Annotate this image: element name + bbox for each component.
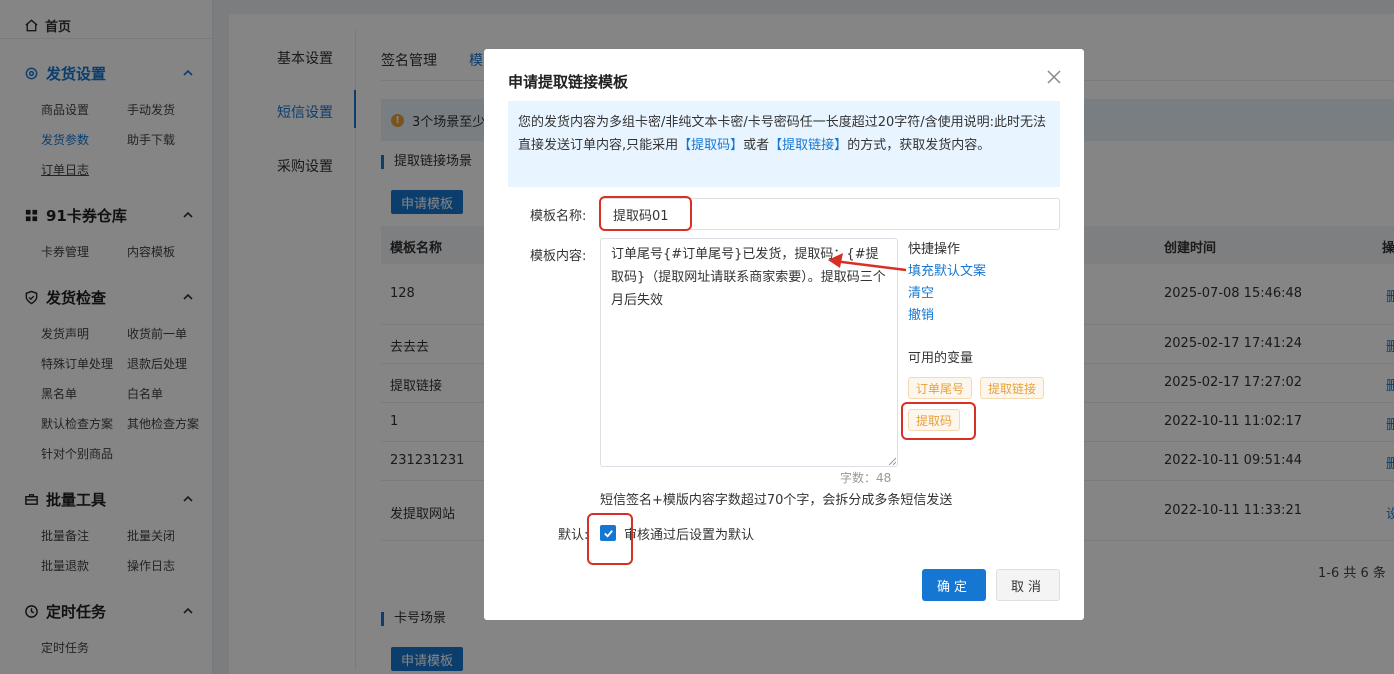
template-content-textarea[interactable]: 订单尾号{#订单尾号}已发货，提取码：{#提取码}（提取网址请联系商家索要）。提… [600,238,898,467]
annotation-box-var [901,402,976,440]
annotation-box-name [599,196,692,231]
info-highlight-code: 【提取码】 [678,138,744,153]
var-tag-order-tail[interactable]: 订单尾号 [908,377,973,399]
clear-link[interactable]: 清空 [908,282,934,301]
default-label: 默认: [558,528,589,543]
template-name-label: 模板名称: [530,209,587,224]
resize-handle-icon[interactable] [888,457,896,465]
fill-default-link[interactable]: 填充默认文案 [908,260,986,279]
apply-template-dialog: 申请提取链接模板 您的发货内容为多组卡密/非纯文本卡密/卡号密码任一长度超过20… [484,49,1084,620]
default-checkbox-text[interactable]: 审核通过后设置为默认 [624,524,754,543]
char-count: 字数：48 [840,471,892,485]
confirm-button[interactable]: 确定 [922,569,986,601]
cancel-button[interactable]: 取消 [996,569,1060,601]
template-content-label: 模板内容: [530,249,587,264]
sms-split-hint: 短信签名+模版内容字数超过70个字，会拆分成多条短信发送 [600,493,953,508]
undo-link[interactable]: 撤销 [908,304,934,323]
info-highlight-link: 【提取链接】 [769,138,848,153]
var-tag-extract-link[interactable]: 提取链接 [980,377,1045,399]
close-icon[interactable] [1046,69,1062,85]
quick-actions-title: 快捷操作 [908,242,961,257]
annotation-box-checkbox [587,513,633,565]
dialog-info: 您的发货内容为多组卡密/非纯文本卡密/卡号密码任一长度超过20字符/含使用说明:… [508,101,1060,187]
variables-title: 可用的变量 [908,351,974,366]
template-content-value: 订单尾号{#订单尾号}已发货，提取码：{#提取码}（提取网址请联系商家索要）。提… [611,247,886,308]
info-text: 的方式，获取发货内容。 [847,138,991,153]
info-text: 或者 [743,138,770,153]
dialog-title: 申请提取链接模板 [508,73,629,91]
